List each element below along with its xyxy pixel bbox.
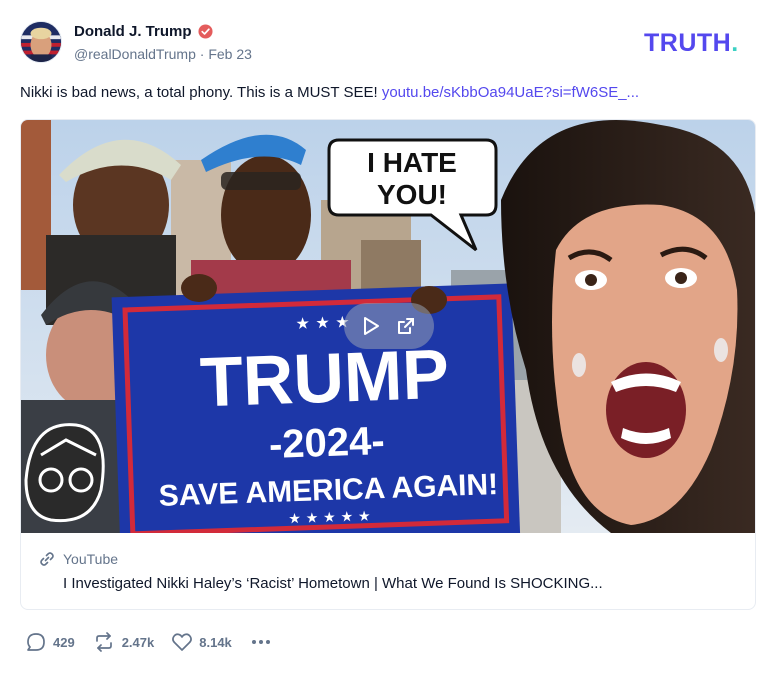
post-date[interactable]: Feb 23: [208, 46, 252, 62]
like-count: 8.14k: [199, 634, 232, 650]
post-actions: 429 2.47k 8.14k: [26, 632, 270, 652]
handle-row: @realDonaldTrump · Feb 23: [74, 46, 252, 62]
more-dot: [265, 640, 270, 644]
more-icon[interactable]: [251, 640, 270, 644]
like-icon: [172, 633, 193, 651]
link-provider: YouTube: [39, 551, 118, 567]
sign-stars-bottom: ★ ★ ★ ★ ★: [288, 509, 371, 528]
link-card-meta: YouTube I Investigated Nikki Haley’s ‘Ra…: [21, 533, 755, 609]
link-card[interactable]: ★ ★ ★ TRUMP -2024- SAVE AMERICA AGAIN! ★…: [20, 119, 756, 610]
retruth-icon: [95, 632, 112, 652]
meta-separator: ·: [199, 46, 205, 62]
video-thumbnail[interactable]: ★ ★ ★ TRUMP -2024- SAVE AMERICA AGAIN! ★…: [21, 120, 755, 533]
more-dot: [258, 640, 263, 644]
media-controls: [344, 303, 434, 349]
author-row: Donald J. Trump: [74, 23, 213, 40]
author-handle[interactable]: @realDonaldTrump: [74, 46, 196, 62]
more-dot: [251, 640, 256, 644]
logo-dot: .: [731, 29, 739, 57]
sign-stars-top: ★ ★ ★: [295, 312, 350, 333]
speech-bubble-line-2: YOU!: [377, 179, 447, 210]
play-icon[interactable]: [362, 316, 380, 336]
like-button[interactable]: 8.14k: [172, 633, 232, 651]
retruth-count: 2.47k: [121, 634, 155, 650]
retruth-button[interactable]: 2.47k: [93, 632, 155, 652]
speech-bubble-line-1: I HATE: [367, 147, 457, 178]
truth-post: Donald J. Trump @realDonaldTrump · Feb 2…: [0, 0, 777, 673]
post-text: Nikki is bad news, a total phony. This i…: [20, 84, 378, 101]
verified-icon: [197, 24, 213, 39]
post-body: Nikki is bad news, a total phony. This i…: [20, 84, 757, 102]
reply-icon: [27, 633, 45, 651]
author-name[interactable]: Donald J. Trump: [74, 23, 192, 40]
external-link-icon[interactable]: [396, 316, 416, 336]
avatar[interactable]: [20, 21, 62, 63]
reply-count: 429: [53, 634, 75, 650]
link-card-title[interactable]: I Investigated Nikki Haley’s ‘Racist’ Ho…: [63, 575, 603, 592]
sign-line-2: -2024-: [268, 419, 385, 467]
truth-logo[interactable]: TRUTH.: [644, 29, 739, 58]
link-icon: [40, 552, 54, 566]
provider-name: YouTube: [63, 551, 119, 567]
post-link[interactable]: youtu.be/sKbbOa94UaE?si=fW6SE_...: [382, 84, 639, 101]
reply-button[interactable]: 429: [26, 632, 75, 652]
logo-text: TRUTH: [644, 29, 732, 57]
